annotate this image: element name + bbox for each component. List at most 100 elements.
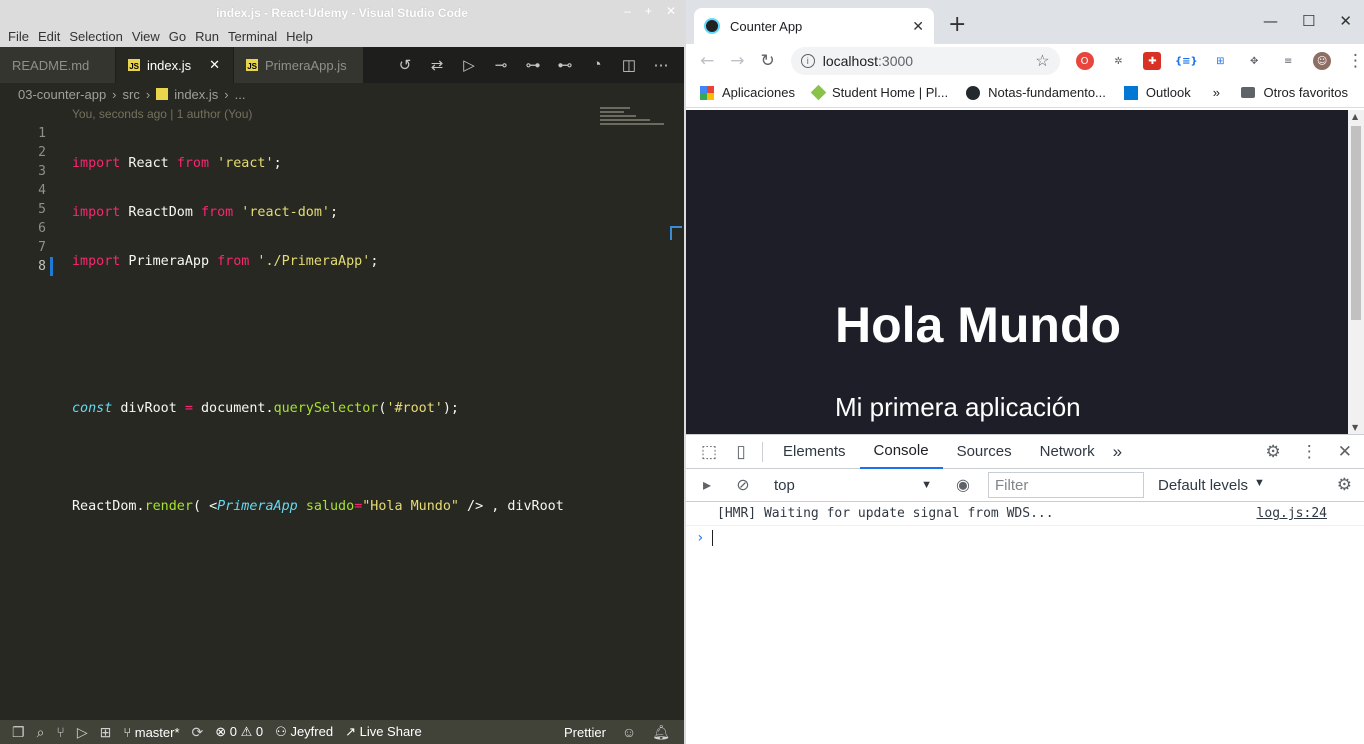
console-filter-input[interactable]: Filter: [988, 472, 1144, 498]
split-editor-icon[interactable]: ◫: [620, 56, 638, 74]
other-bookmarks[interactable]: Otros favoritos: [1241, 85, 1364, 100]
feedback-icon[interactable]: ☺: [622, 724, 636, 740]
puzzle-extensions-icon[interactable]: ✥: [1245, 52, 1263, 70]
close-window-icon[interactable]: ✕: [1339, 12, 1352, 30]
maximize-icon[interactable]: +: [645, 4, 652, 18]
tab-index-js[interactable]: JS index.js ✕: [116, 47, 234, 83]
url-text[interactable]: localhost:3000: [823, 53, 913, 69]
account-indicator[interactable]: ⚇ Jeyfred: [275, 724, 333, 740]
grid-extension-icon[interactable]: ⊞: [1211, 52, 1229, 70]
tab-primeraapp-js[interactable]: JS PrimeraApp.js: [234, 47, 364, 83]
git-previous-icon[interactable]: ⊶: [524, 56, 542, 74]
address-bar[interactable]: i localhost:3000 ☆: [790, 47, 1060, 75]
notifications-icon[interactable]: 🔔︎: [652, 724, 670, 741]
explorer-icon[interactable]: ❐: [12, 724, 25, 741]
inspect-element-icon[interactable]: ⬚: [698, 442, 720, 462]
devtools-menu-icon[interactable]: ⋮: [1301, 442, 1318, 462]
reload-icon[interactable]: ↻: [761, 51, 775, 71]
show-sidebar-icon[interactable]: ▸: [696, 475, 718, 495]
close-tab-icon[interactable]: ✕: [912, 18, 924, 35]
compare-icon[interactable]: ⇄: [428, 56, 446, 74]
bookmark-outlook[interactable]: Outlook: [1123, 85, 1191, 100]
devtools-tab-sources[interactable]: Sources: [943, 435, 1026, 469]
scroll-down-icon[interactable]: ▼: [1352, 423, 1358, 432]
console-prompt[interactable]: ›: [686, 526, 1364, 550]
browser-tab-counter-app[interactable]: Counter App ✕: [694, 8, 934, 44]
console-settings-icon[interactable]: ⚙: [1337, 475, 1364, 495]
breadcrumb-symbol[interactable]: ...: [235, 87, 246, 102]
prettier-status[interactable]: Prettier: [564, 725, 606, 740]
source-control-icon[interactable]: ⑂: [56, 724, 64, 740]
git-commit-icon[interactable]: ⊸: [492, 56, 510, 74]
menu-view[interactable]: View: [128, 29, 164, 44]
page-scrollbar[interactable]: ▲ ▼: [1348, 110, 1364, 434]
scrollbar-thumb[interactable]: [1351, 126, 1361, 320]
devtools-tab-console[interactable]: Console: [859, 435, 943, 469]
minimize-icon[interactable]: –: [624, 4, 631, 18]
code-editor[interactable]: You, seconds ago | 1 author (You) 1 2 3 …: [0, 105, 684, 720]
devtools-tab-elements[interactable]: Elements: [769, 435, 860, 469]
live-expression-eye-icon[interactable]: ◉: [952, 475, 974, 495]
bookmark-star-icon[interactable]: ☆: [1035, 51, 1049, 71]
back-arrow-icon[interactable]: ←: [700, 51, 714, 71]
json-extension-icon[interactable]: {≡}: [1175, 52, 1198, 70]
problems-indicator[interactable]: ⊗ 0 ⚠ 0: [215, 724, 263, 740]
menu-edit[interactable]: Edit: [34, 29, 64, 44]
breadcrumb-src[interactable]: src: [123, 87, 140, 102]
site-info-icon[interactable]: i: [800, 54, 815, 68]
menu-help[interactable]: Help: [282, 29, 317, 44]
sync-icon[interactable]: ⟳: [192, 724, 204, 741]
timeline-icon[interactable]: ◔: [588, 56, 606, 74]
git-next-icon[interactable]: ⊷: [556, 56, 574, 74]
new-tab-icon[interactable]: +: [948, 12, 966, 37]
run-debug-icon[interactable]: ▷: [77, 724, 88, 741]
device-toolbar-icon[interactable]: ▯: [730, 442, 752, 462]
red-extension-icon[interactable]: ✚: [1143, 52, 1162, 70]
maximize-icon[interactable]: ☐: [1302, 12, 1315, 30]
window-controls: — ☐ ✕: [1263, 12, 1352, 30]
chrome-menu-icon[interactable]: ⋮: [1347, 51, 1364, 71]
vscode-titlebar: index.js - React-Udemy - Visual Studio C…: [0, 0, 684, 25]
close-icon[interactable]: ✕: [666, 4, 676, 18]
media-control-icon[interactable]: ≡: [1279, 52, 1297, 70]
menu-selection[interactable]: Selection: [65, 29, 126, 44]
bookmark-notas[interactable]: Notas-fundamento...: [966, 85, 1106, 100]
minimap[interactable]: [600, 105, 670, 135]
breadcrumb-file[interactable]: index.js: [174, 87, 218, 102]
opera-extension-icon[interactable]: O: [1075, 52, 1094, 70]
settings-gear-icon[interactable]: ⚙: [1266, 442, 1281, 462]
git-branch[interactable]: ⑂ master*: [123, 725, 179, 740]
run-icon[interactable]: ▷: [460, 56, 478, 74]
more-actions-icon[interactable]: ⋯: [652, 56, 670, 74]
close-tab-icon[interactable]: ✕: [209, 57, 220, 73]
search-icon[interactable]: ⌕: [37, 724, 45, 741]
apps-grid-icon: [700, 85, 714, 100]
live-share-button[interactable]: ↗ Live Share: [345, 724, 422, 740]
bookmark-student-home[interactable]: Student Home | Pl...: [810, 84, 948, 101]
close-devtools-icon[interactable]: ✕: [1338, 442, 1352, 462]
scroll-up-icon[interactable]: ▲: [1352, 112, 1358, 121]
menu-file[interactable]: File: [4, 29, 33, 44]
status-bar: ❐ ⌕ ⑂ ▷ ⊞ ⑂ master* ⟳ ⊗ 0 ⚠ 0 ⚇ Jeyfred …: [0, 720, 684, 744]
git-blame-codelens[interactable]: You, seconds ago | 1 author (You): [72, 107, 252, 121]
context-selector[interactable]: top ▼: [768, 477, 938, 494]
more-tabs-icon[interactable]: »: [1109, 442, 1122, 462]
bookmark-apps[interactable]: Aplicaciones: [700, 85, 795, 100]
minimize-icon[interactable]: —: [1263, 12, 1278, 30]
menu-run[interactable]: Run: [191, 29, 223, 44]
menu-terminal[interactable]: Terminal: [224, 29, 281, 44]
log-levels-dropdown[interactable]: Default levels ▼: [1158, 477, 1265, 494]
console-source-link[interactable]: log.js:24: [1257, 506, 1364, 521]
tab-readme[interactable]: README.md: [0, 47, 116, 83]
forward-arrow-icon[interactable]: →: [730, 51, 744, 71]
clear-console-icon[interactable]: ⊘: [732, 475, 754, 495]
history-icon[interactable]: ↺: [396, 56, 414, 74]
breadcrumb-folder[interactable]: 03-counter-app: [18, 87, 106, 102]
menu-go[interactable]: Go: [165, 29, 190, 44]
profile-avatar[interactable]: ☺: [1313, 52, 1332, 70]
line-number: 6: [38, 221, 46, 236]
extensions-icon[interactable]: ⊞: [100, 724, 112, 741]
bug-extension-icon[interactable]: ✲: [1110, 52, 1128, 70]
devtools-tab-network[interactable]: Network: [1026, 435, 1109, 469]
more-bookmarks-icon[interactable]: »: [1213, 85, 1220, 100]
